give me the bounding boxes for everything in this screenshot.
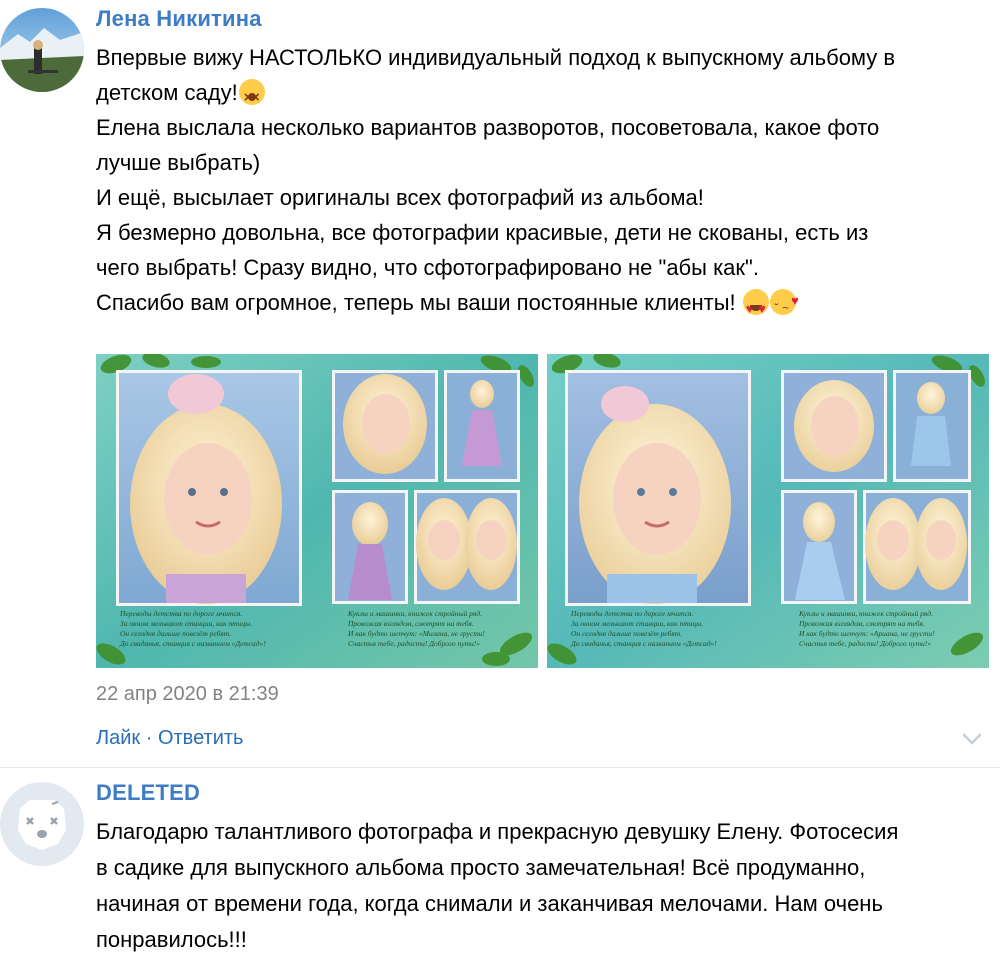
comment-text-line: лучше выбрать): [96, 150, 261, 175]
comment-text-line: понравилось!!!: [96, 927, 247, 952]
poem-line: И как будто шепчут: «Милана, не грусти!: [347, 629, 485, 638]
comment-text-line: в садике для выпускного альбома просто з…: [96, 855, 866, 880]
poem-line: За окном мелькают станции, как птицы.: [571, 619, 703, 628]
comment-text-line: Спасибо вам огромное, теперь мы ваши пос…: [96, 290, 742, 315]
comment-text-line: Благодарю талантливого фотографа и прекр…: [96, 819, 899, 844]
comment-item: Лена Никитина Впервые вижу НАСТОЛЬКО инд…: [0, 0, 1000, 768]
comment-text-line: Елена выслала несколько вариантов развор…: [96, 115, 880, 140]
comment-text-line: И ещё, высылает оригиналы всех фотографи…: [96, 185, 704, 210]
action-separator: ·: [140, 727, 158, 749]
kiss-face-icon: [769, 283, 799, 326]
comment-item: DELETED Благодарю талантливого фотографа…: [0, 768, 1000, 952]
poem-line: Он сегодня дальше повезёт ребят.: [120, 629, 231, 638]
poem-line: Он сегодня дальше повезёт ребят.: [571, 629, 682, 638]
poem-line: До свиданья, станция с названием «Детсад…: [570, 639, 717, 648]
comment-text: Благодарю талантливого фотографа и прекр…: [96, 814, 991, 958]
poem-line: Куклы и машинки, книжек стройный ряд.: [347, 609, 482, 618]
comment-author[interactable]: Лена Никитина: [96, 6, 262, 32]
album-spread-photo[interactable]: Переводы детства по дороге мчится. За ок…: [96, 354, 538, 668]
poem-line: И как будто шепчут: «Ариана, не грусти!: [798, 629, 935, 638]
chevron-down-icon[interactable]: [962, 732, 982, 750]
deleted-user-avatar: [0, 782, 84, 866]
avatar[interactable]: [0, 8, 84, 92]
comment-text-line: детском саду!: [96, 80, 238, 105]
poem-line: Куклы и машинки, книжек стройный ряд.: [798, 609, 933, 618]
poem-line: Провожая взглядом, смотрят на тебя.: [798, 619, 925, 628]
poem-line: Переводы детства по дороге мчится.: [570, 609, 693, 618]
heart-eyes-icon: [742, 289, 769, 326]
poem-line: Переводы детства по дороге мчится.: [119, 609, 242, 618]
poem-line: Провожая взглядом, смотрят на тебя.: [347, 619, 474, 628]
comment-text-line: Впервые вижу НАСТОЛЬКО индивидуальный по…: [96, 45, 896, 70]
album-spread-photo[interactable]: Переводы детства по дороге мчится. За ок…: [547, 354, 989, 668]
reply-button[interactable]: Ответить: [158, 727, 244, 749]
like-button[interactable]: Лайк: [96, 727, 140, 749]
poem-line: До свиданья, станция с названием «Детсад…: [119, 639, 266, 648]
comment-author: DELETED: [96, 780, 201, 805]
poem-line: За окном мелькают станции, как птицы.: [120, 619, 252, 628]
dizzy-face-icon: [238, 79, 265, 115]
comment-text: Впервые вижу НАСТОЛЬКО индивидуальный по…: [96, 40, 991, 326]
comment-text-line: начиная от времени года, когда снимали и…: [96, 891, 883, 916]
poem-line: Счастья тебе, радости! Доброго пути!»: [799, 639, 931, 648]
comment-text-line: чего выбрать! Сразу видно, что сфотограф…: [96, 255, 759, 280]
comment-date[interactable]: 22 апр 2020 в 21:39: [96, 683, 279, 706]
poem-line: Счастья тебе, радости! Доброго пути!»: [348, 639, 480, 648]
comment-actions: Лайк · Ответить: [96, 727, 243, 750]
comment-text-line: Я безмерно довольна, все фотографии крас…: [96, 220, 869, 245]
